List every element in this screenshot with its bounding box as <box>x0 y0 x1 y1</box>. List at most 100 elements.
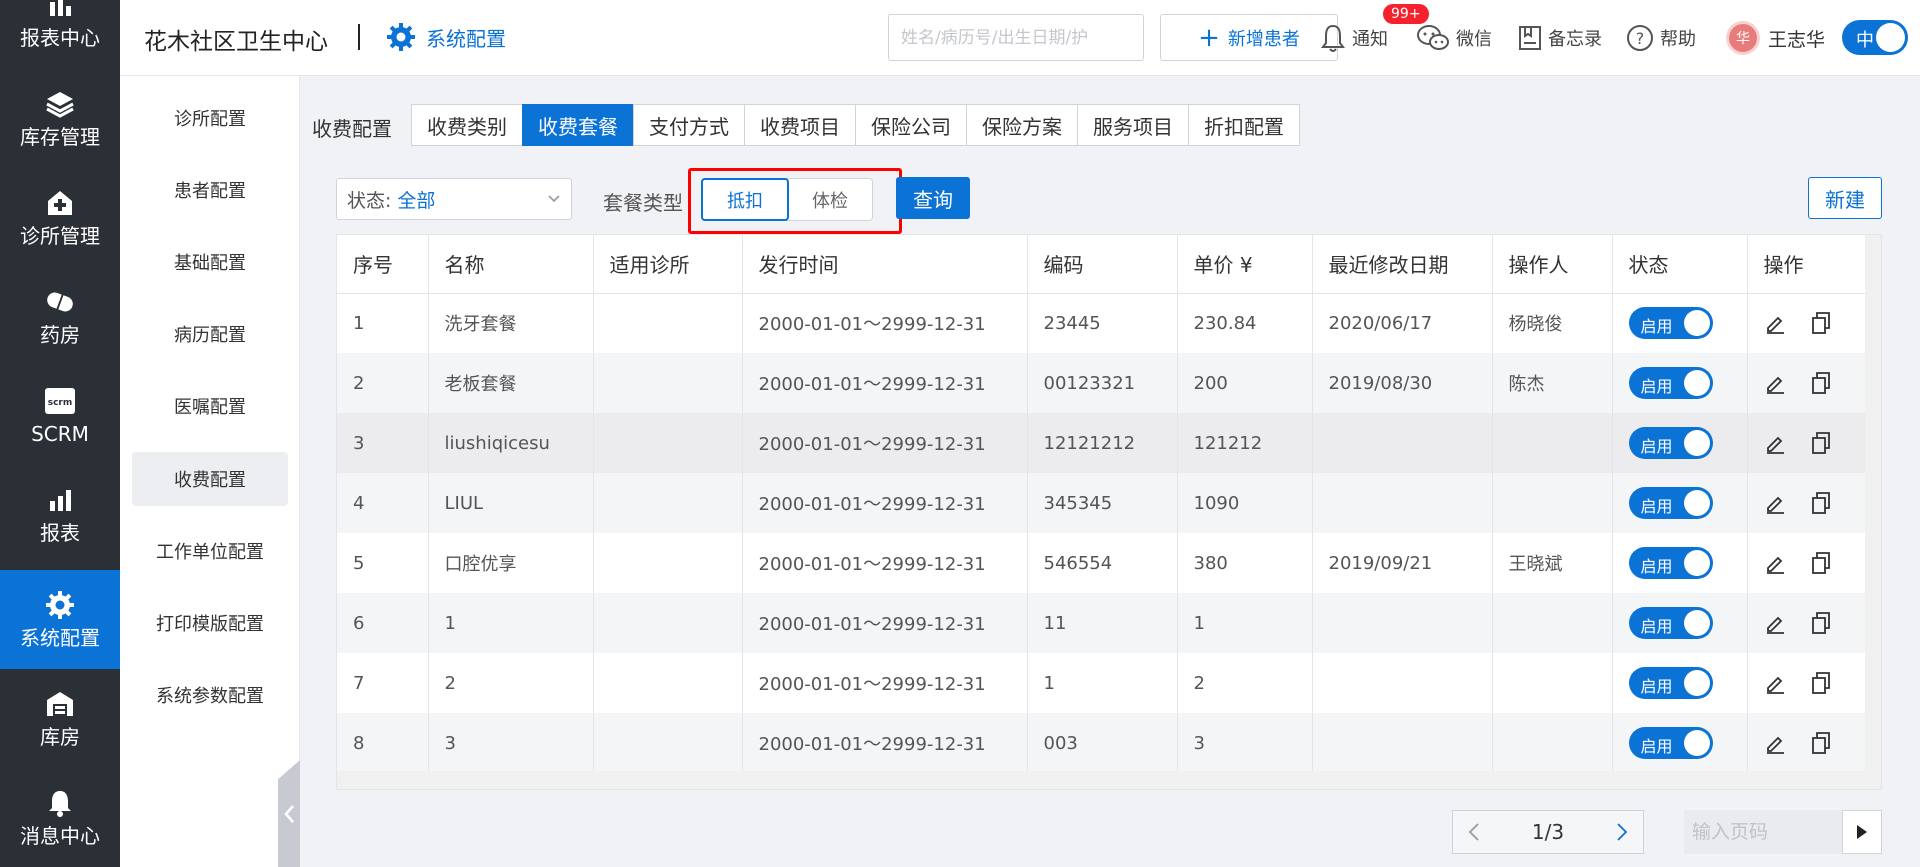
username[interactable]: 王志华 <box>1768 25 1825 52</box>
query-button[interactable]: 查询 <box>896 177 970 219</box>
status-toggle[interactable]: 启用 <box>1628 727 1713 759</box>
prev-page-icon[interactable] <box>1467 822 1481 842</box>
nav-label: 诊所管理 <box>20 223 100 248</box>
top-header: 花木社区卫生中心 系统配置 + 新增患者 通知 99+ 微信 备忘录 ? 帮助 … <box>120 0 1920 76</box>
nav-item-reports[interactable]: 报表 <box>0 465 120 564</box>
copy-icon[interactable] <box>1810 731 1832 755</box>
side-menu-item-clinic-config[interactable]: 诊所配置 <box>132 91 288 145</box>
copy-icon[interactable] <box>1810 371 1832 395</box>
edit-icon[interactable] <box>1764 732 1786 754</box>
edit-icon[interactable] <box>1764 612 1786 634</box>
status-toggle[interactable]: 启用 <box>1628 667 1713 699</box>
new-button[interactable]: 新建 <box>1808 177 1882 219</box>
nav-item-report-center[interactable]: 报表中心 <box>0 0 120 69</box>
cell-actions <box>1747 533 1868 593</box>
package-type-deduction[interactable]: 抵扣 <box>701 178 789 221</box>
wechat-button[interactable]: 微信 <box>1416 18 1492 58</box>
table-row[interactable]: 7 2 2000-01-01～2999-12-31 1 2 启用 <box>337 653 1868 713</box>
status-select[interactable]: 状态: 全部 <box>336 178 572 220</box>
cell-operator <box>1492 413 1613 473</box>
status-toggle[interactable]: 启用 <box>1628 367 1713 399</box>
edit-icon[interactable] <box>1764 672 1786 694</box>
table-row[interactable]: 4 LIUL 2000-01-01～2999-12-31 345345 1090 启用 <box>337 473 1868 533</box>
table-row[interactable]: 8 3 2000-01-01～2999-12-31 003 3 启用 <box>337 713 1868 773</box>
copy-icon[interactable] <box>1810 431 1832 455</box>
avatar[interactable]: 华 <box>1726 21 1760 55</box>
package-type-checkup[interactable]: 体检 <box>788 179 872 220</box>
side-menu-item-print-template-config[interactable]: 打印模版配置 <box>132 596 288 650</box>
cell-period: 2000-01-01～2999-12-31 <box>742 293 1028 353</box>
cell-operator <box>1492 473 1613 533</box>
status-toggle-label: 启用 <box>1640 737 1673 756</box>
copy-icon[interactable] <box>1810 671 1832 695</box>
copy-icon[interactable] <box>1810 491 1832 515</box>
warehouse-icon <box>45 689 75 719</box>
cell-status: 启用 <box>1612 593 1748 653</box>
next-page-icon[interactable] <box>1615 822 1629 842</box>
copy-icon[interactable] <box>1810 551 1832 575</box>
cell-price: 380 <box>1177 533 1313 593</box>
help-button[interactable]: ? 帮助 <box>1626 18 1696 58</box>
side-menu-item-order-config[interactable]: 医嘱配置 <box>132 379 288 433</box>
tab-service-item[interactable]: 服务项目 <box>1077 104 1189 146</box>
cell-modified: 2019/09/21 <box>1312 533 1493 593</box>
nav-item-system-config[interactable]: 系统配置 <box>0 570 120 669</box>
patient-search-input[interactable] <box>888 14 1144 61</box>
tab-charge-package[interactable]: 收费套餐 <box>522 104 634 146</box>
nav-item-warehouse[interactable]: 库房 <box>0 669 120 768</box>
nav-item-clinic-management[interactable]: 诊所管理 <box>0 168 120 267</box>
toggle-knob <box>1876 23 1905 52</box>
tab-payment-method[interactable]: 支付方式 <box>633 104 745 146</box>
table-row[interactable]: 2 老板套餐 2000-01-01～2999-12-31 00123321 200 201… <box>337 353 1868 413</box>
add-patient-button[interactable]: + 新增患者 <box>1160 14 1338 61</box>
page-number-input[interactable] <box>1684 810 1842 854</box>
cell-no: 7 <box>337 653 429 713</box>
side-menu-item-charge-config[interactable]: 收费配置 <box>132 452 288 506</box>
nav-label: 消息中心 <box>20 823 100 848</box>
tab-discount-config[interactable]: 折扣配置 <box>1188 104 1300 146</box>
table-row[interactable]: 6 1 2000-01-01～2999-12-31 11 1 启用 <box>337 593 1868 653</box>
status-toggle[interactable]: 启用 <box>1628 607 1713 639</box>
nav-item-pharmacy[interactable]: 药房 <box>0 267 120 366</box>
tab-insurance-plan[interactable]: 保险方案 <box>966 104 1078 146</box>
side-menu-item-patient-config[interactable]: 患者配置 <box>132 163 288 217</box>
cell-price: 200 <box>1177 353 1313 413</box>
side-menu-item-basic-config[interactable]: 基础配置 <box>132 235 288 289</box>
notify-button[interactable]: 通知 <box>1320 18 1388 58</box>
horizontal-scrollbar[interactable] <box>337 771 1867 789</box>
go-page-button[interactable] <box>1842 810 1882 854</box>
side-menu-item-system-param-config[interactable]: 系统参数配置 <box>132 668 288 722</box>
main-content: 收费配置 收费类别 收费套餐 支付方式 收费项目 保险公司 保险方案 服务项目 … <box>300 76 1920 867</box>
cell-operator: 王晓斌 <box>1492 533 1613 593</box>
tab-insurance-company[interactable]: 保险公司 <box>855 104 967 146</box>
status-toggle[interactable]: 启用 <box>1628 487 1713 519</box>
status-toggle[interactable]: 启用 <box>1628 307 1713 340</box>
language-toggle[interactable]: 中 <box>1842 20 1908 55</box>
side-menu-item-record-config[interactable]: 病历配置 <box>132 307 288 361</box>
status-toggle[interactable]: 启用 <box>1628 547 1713 579</box>
tab-charge-category[interactable]: 收费类别 <box>411 104 523 146</box>
edit-icon[interactable] <box>1764 432 1786 454</box>
cell-name: 洗牙套餐 <box>428 293 594 353</box>
nav-item-inventory[interactable]: 库存管理 <box>0 69 120 168</box>
memo-button[interactable]: 备忘录 <box>1518 18 1602 58</box>
copy-icon[interactable] <box>1810 611 1832 635</box>
nav-item-scrm[interactable]: scrm SCRM <box>0 366 120 465</box>
side-menu-item-work-unit-config[interactable]: 工作单位配置 <box>132 524 288 578</box>
vertical-scrollbar[interactable] <box>1865 235 1881 789</box>
table-row[interactable]: 3 liushiqicesu 2000-01-01～2999-12-31 121212… <box>337 413 1868 473</box>
table-row[interactable]: 1 洗牙套餐 2000-01-01～2999-12-31 23445 230.84 202… <box>337 293 1868 353</box>
tab-charge-item[interactable]: 收费项目 <box>744 104 856 146</box>
status-toggle[interactable]: 启用 <box>1628 427 1713 459</box>
edit-icon[interactable] <box>1764 312 1786 335</box>
cell-price: 1 <box>1177 593 1313 653</box>
wechat-label: 微信 <box>1456 29 1492 50</box>
edit-icon[interactable] <box>1764 552 1786 574</box>
table-row[interactable]: 5 口腔优享 2000-01-01～2999-12-31 546554 380 2019/… <box>337 533 1868 593</box>
edit-icon[interactable] <box>1764 492 1786 514</box>
cell-clinic <box>593 533 743 593</box>
nav-item-message-center[interactable]: 消息中心 <box>0 768 120 867</box>
cell-actions <box>1747 713 1868 773</box>
edit-icon[interactable] <box>1764 372 1786 394</box>
copy-icon[interactable] <box>1810 311 1832 335</box>
